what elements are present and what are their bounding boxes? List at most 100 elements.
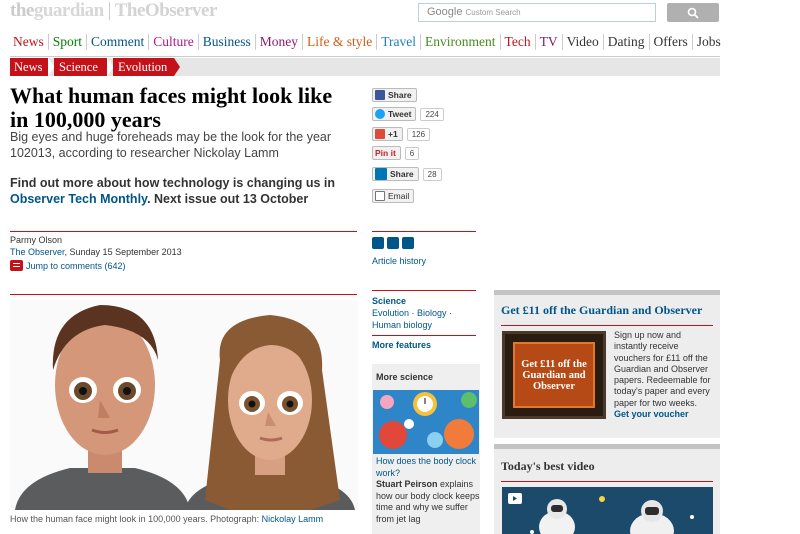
search-input[interactable]: Google Custom Search [418,3,656,22]
email-button[interactable]: Email [372,189,415,203]
nav-item-tv[interactable]: TV [536,34,563,50]
share-icon[interactable] [387,237,399,249]
googleplus-count: 126 [406,127,431,141]
best-video-heading: Today's best video [501,459,595,473]
nav-item-business[interactable]: Business [199,34,256,50]
offer-heading[interactable]: Get £11 off the Guardian and Observer [501,303,702,318]
nav-item-travel[interactable]: Travel [377,34,422,50]
video-thumbnail-art [502,487,713,534]
body-clock-image[interactable] [373,390,479,454]
linkedin-share-button[interactable]: Share [372,167,419,181]
breadcrumb-science[interactable]: Science [54,58,107,76]
logo-divider [108,2,110,20]
byline: Parmy Olson The Observer, Sunday 15 Sept… [10,234,182,258]
teaser-author: Stuart Peirson [376,479,438,489]
pinterest-label: Pin it [375,148,396,158]
article-headline: What human faces might look like in 100,… [10,83,333,132]
body-clock-illustration [373,390,479,454]
tweet-label: Tweet [388,109,412,119]
nav-item-news[interactable]: News [10,34,49,50]
facebook-share-label: Share [388,90,412,100]
nav-item-environment[interactable]: Environment [421,34,501,50]
article-image [10,300,358,510]
offer-description: Sign up now and instantly receive vouche… [614,330,711,408]
googleplus-icon [375,129,385,139]
nav-item-sport[interactable]: Sport [49,34,88,50]
nav-item-culture[interactable]: Culture [149,34,199,50]
science-keywords: Science Evolution · Biology · Human biol… [372,295,478,331]
twitter-tweet-button[interactable]: Tweet [372,107,417,121]
best-video-panel: Today's best video [494,444,720,534]
body-clock-link[interactable]: How does the body clock work? [376,456,480,479]
search-brand: Google [427,6,463,18]
search-icon [687,7,699,19]
article-tools [372,237,414,249]
jump-to-comments-label: Jump to comments (642) [26,260,126,271]
print-icon[interactable] [372,237,384,249]
image-divider [10,294,357,295]
breadcrumb-news[interactable]: News [10,58,48,76]
nav-item-offers[interactable]: Offers [650,34,693,50]
nav-divider [10,56,720,57]
googleplus-button[interactable]: +1 [372,127,403,141]
breadcrumb: News Science Evolution [10,58,720,76]
facebook-share-button[interactable]: Share [372,88,417,102]
byline-divider [10,231,357,232]
site-logo[interactable]: theguardian TheObserver [10,0,217,22]
main-nav: News Sport Comment Culture Business Money Life… [10,32,725,52]
breadcrumb-evolution[interactable]: Evolution [113,58,174,76]
observer-logo[interactable]: TheObserver [115,0,218,22]
publication-link[interactable]: The Observer [10,247,65,257]
photo-credit-link[interactable]: Nickolay Lamm [262,514,324,524]
science-heading-link[interactable]: Science [372,295,478,307]
article-standfirst: Big eyes and huge foreheads may be the l… [10,130,332,160]
evolution-link[interactable]: Evolution [372,308,409,318]
promo-text-end: . Next issue out 13 October [147,191,309,206]
subscription-offer: Get £11 off the Guardian and Observer Ge… [494,290,720,438]
pinterest-count: 6 [404,146,420,160]
body-clock-teaser: How does the body clock work? Stuart Pei… [376,456,480,525]
search-placeholder: Custom Search [465,8,521,17]
tools-divider [372,231,476,232]
article-history-link[interactable]: Article history [372,256,426,266]
more-science-panel: More science How does the body clock wor… [372,364,480,534]
jump-to-comments-link[interactable]: Jump to comments (642) [10,260,126,271]
video-divider [501,481,713,482]
video-thumbnail[interactable] [502,487,713,534]
offer-image-text: Get £11 off the Guardian and Observer [513,342,595,408]
mobile-icon[interactable] [402,237,414,249]
googleplus-label: +1 [388,129,398,139]
guardian-logo[interactable]: theguardian [10,0,104,22]
get-voucher-link[interactable]: Get your voucher [614,409,716,420]
more-features-link[interactable]: More features [372,340,431,350]
email-icon [375,191,385,201]
offer-body: Sign up now and instantly receive vouche… [614,330,716,420]
nav-item-money[interactable]: Money [256,34,304,50]
observer-tech-monthly-link[interactable]: Observer Tech Monthly [10,192,147,206]
biology-link[interactable]: Biology [417,308,447,318]
nav-item-comment[interactable]: Comment [87,34,150,50]
nav-item-tech[interactable]: Tech [501,34,536,50]
author-name[interactable]: Parmy Olson [10,234,182,246]
promo-text: Find out more about how technology is ch… [10,176,335,190]
search-button[interactable] [667,3,719,22]
future-faces-illustration [10,300,358,510]
caption-text: How the human face might look in 100,000… [10,514,262,524]
comment-icon [10,260,23,271]
linkedin-icon [375,168,387,180]
nav-item-dating[interactable]: Dating [604,34,650,50]
facebook-icon [375,90,385,100]
more-science-heading: More science [376,372,434,382]
email-label: Email [388,191,410,201]
nav-item-jobs[interactable]: Jobs [693,34,725,50]
publish-date: , Sunday 15 September 2013 [64,247,182,257]
features-divider [372,335,476,336]
pinterest-button[interactable]: Pin it [372,146,401,160]
nav-item-video[interactable]: Video [563,34,604,50]
image-caption: How the human face might look in 100,000… [10,514,323,524]
tweet-count: 224 [420,107,444,121]
human-biology-link[interactable]: Human biology [372,319,478,331]
linkedin-label: Share [390,169,414,179]
nav-item-life-style[interactable]: Life & style [303,34,378,50]
offer-image[interactable]: Get £11 off the Guardian and Observer [502,331,606,419]
